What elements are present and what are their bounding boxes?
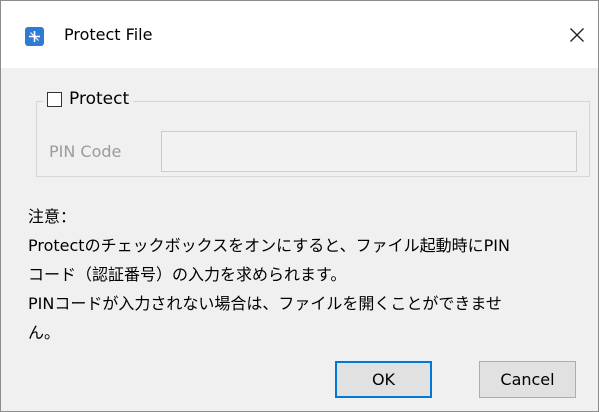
protect-checkbox-row[interactable]: Protect (43, 87, 134, 111)
window-title: Protect File (64, 25, 153, 44)
close-button[interactable] (557, 15, 597, 55)
notes-line: Protectのチェックボックスをオンにすると、ファイル起動時にPIN (28, 236, 510, 255)
protect-checkbox-label[interactable]: Protect (69, 89, 129, 109)
notes-line: コード（認証番号）の入力を求められます。 (28, 265, 347, 284)
close-icon (570, 28, 584, 42)
notes-line: PINコードが入力されない場合は、ファイルを開くことができませ (28, 294, 502, 313)
pin-code-label: PIN Code (49, 142, 122, 161)
pin-code-input[interactable] (161, 131, 577, 172)
app-icon (25, 27, 44, 46)
protect-checkbox[interactable] (47, 91, 62, 107)
notes-section: 注意： Protectのチェックボックスをオンにすると、ファイル起動時にPIN … (28, 202, 583, 347)
protect-file-dialog: Protect File Protect PIN Code 注意： Protec… (0, 0, 599, 412)
cancel-button[interactable]: Cancel (479, 361, 576, 398)
notes-line: ん。 (28, 323, 61, 342)
title-bar: Protect File (1, 1, 598, 68)
notes-heading: 注意： (28, 207, 77, 226)
ok-button[interactable]: OK (335, 361, 432, 398)
